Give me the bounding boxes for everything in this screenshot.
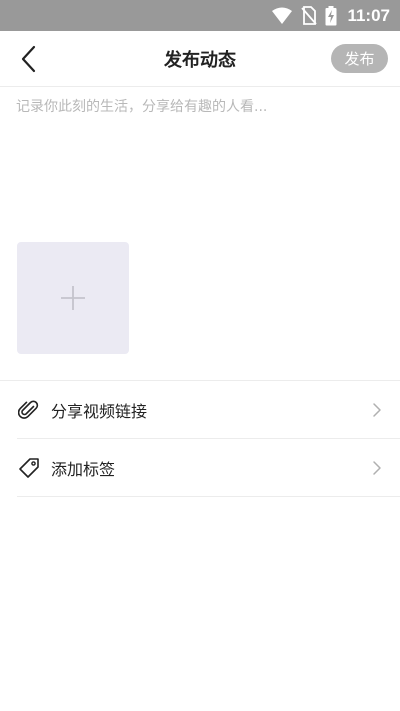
divider <box>17 496 400 497</box>
chevron-right-icon <box>373 403 381 417</box>
tag-icon <box>17 456 41 480</box>
add-tag-row[interactable]: 添加标签 <box>0 439 400 497</box>
plus-icon <box>61 286 85 310</box>
add-photo-button[interactable] <box>17 242 129 354</box>
nav-bar: 发布动态 发布 <box>0 31 400 87</box>
wifi-icon <box>272 7 293 24</box>
no-sim-icon <box>301 6 318 25</box>
share-video-link-label: 分享视频链接 <box>51 402 148 421</box>
battery-charging-icon <box>325 5 337 25</box>
publish-button[interactable]: 发布 <box>331 44 388 73</box>
chevron-left-icon <box>21 45 36 73</box>
paperclip-icon <box>17 398 41 422</box>
page-title: 发布动态 <box>164 49 236 71</box>
post-content-input[interactable] <box>16 98 384 218</box>
share-video-link-row[interactable]: 分享视频链接 <box>0 381 400 439</box>
back-button[interactable] <box>14 43 44 75</box>
status-bar: 11:07 <box>0 0 400 31</box>
status-time: 11:07 <box>347 5 390 25</box>
add-tag-label: 添加标签 <box>51 460 116 479</box>
chevron-right-icon <box>373 461 381 475</box>
